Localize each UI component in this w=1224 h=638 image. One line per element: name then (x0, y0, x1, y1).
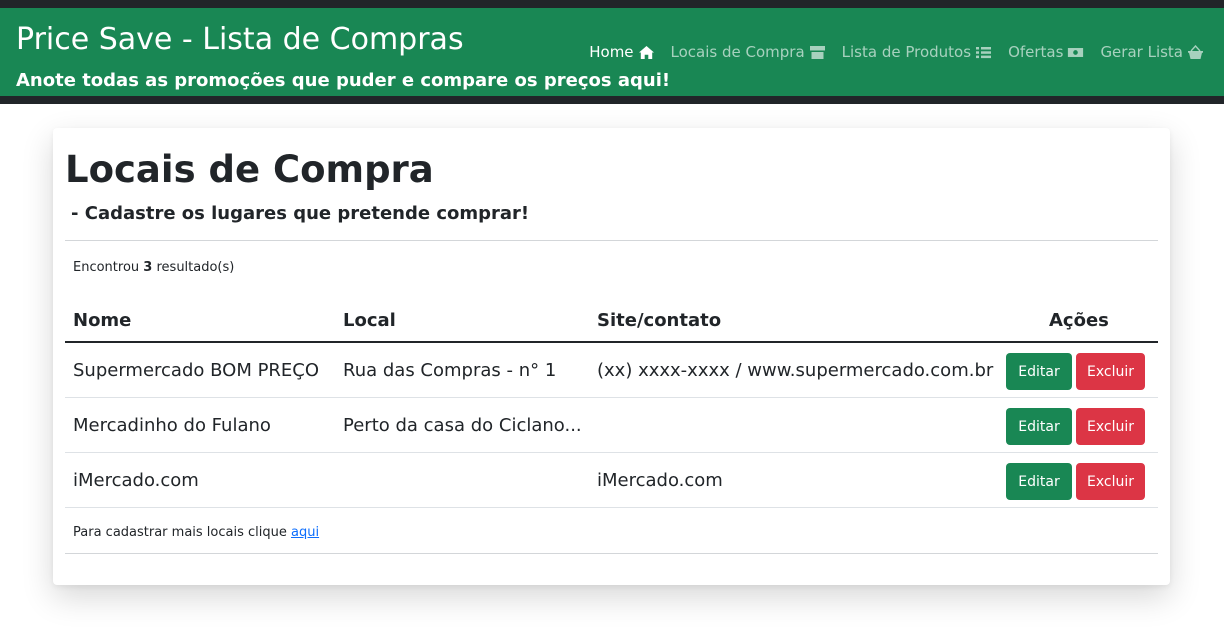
column-header-acoes: Ações (1049, 310, 1109, 331)
cell-local: Rua das Compras - n° 1 (343, 360, 557, 381)
store-icon (809, 45, 826, 60)
nav-label: Home (589, 43, 634, 61)
nav-item-locais[interactable]: Locais de Compra (671, 43, 826, 61)
main-nav: Home Locais de Compra Lista de Produtos … (589, 40, 1204, 64)
column-header-local: Local (343, 310, 396, 331)
app-subtitle: Anote todas as promoções que puder e com… (16, 70, 671, 91)
nav-item-ofertas[interactable]: Ofertas (1008, 43, 1084, 61)
cell-local: Perto da casa do Ciclano... (343, 415, 582, 436)
edit-button[interactable]: Editar (1006, 408, 1072, 445)
app-title: Price Save - Lista de Compras (16, 22, 464, 57)
basket-icon (1187, 44, 1204, 60)
table-header: Nome Local Site/contato Ações (65, 298, 1158, 343)
divider (65, 553, 1158, 554)
page-subtitle: - Cadastre os lugares que pretende compr… (71, 203, 530, 224)
table-row: Supermercado BOM PREÇO Rua das Compras -… (65, 343, 1158, 398)
home-icon (638, 45, 655, 60)
add-location-link[interactable]: aqui (291, 525, 319, 540)
column-header-site: Site/contato (597, 310, 722, 331)
page-title: Locais de Compra (65, 148, 434, 191)
table-row: Mercadinho do Fulano Perto da casa do Ci… (65, 398, 1158, 453)
nav-item-produtos[interactable]: Lista de Produtos (842, 43, 992, 61)
edit-button[interactable]: Editar (1006, 353, 1072, 390)
nav-label: Locais de Compra (670, 43, 805, 61)
nav-item-home[interactable]: Home (589, 43, 654, 61)
content-card: Locais de Compra - Cadastre os lugares q… (53, 128, 1170, 585)
delete-button[interactable]: Excluir (1076, 353, 1145, 390)
nav-label: Gerar Lista (1100, 43, 1183, 61)
result-count-number: 3 (143, 260, 153, 275)
header: Price Save - Lista de Compras Anote toda… (0, 8, 1224, 96)
cell-nome: Supermercado BOM PREÇO (73, 360, 320, 381)
footer-note: Para cadastrar mais locais clique aqui (73, 525, 319, 540)
cell-site: (xx) xxxx-xxxx / www.supermercado.com.br (597, 360, 994, 381)
delete-button[interactable]: Excluir (1076, 408, 1145, 445)
edit-button[interactable]: Editar (1006, 463, 1072, 500)
cell-nome: iMercado.com (73, 470, 199, 491)
footer-text: Para cadastrar mais locais clique (73, 525, 287, 540)
nav-label: Ofertas (1008, 43, 1064, 61)
nav-item-gerar-lista[interactable]: Gerar Lista (1100, 43, 1204, 61)
money-icon (1067, 45, 1084, 60)
cell-nome: Mercadinho do Fulano (73, 415, 271, 436)
list-icon (975, 45, 992, 60)
locations-table: Nome Local Site/contato Ações Supermerca… (65, 298, 1158, 508)
table-row: iMercado.com iMercado.com Editar Excluir (65, 453, 1158, 508)
divider (65, 240, 1158, 241)
column-header-nome: Nome (73, 310, 132, 331)
delete-button[interactable]: Excluir (1076, 463, 1145, 500)
nav-label: Lista de Produtos (841, 43, 972, 61)
result-count: Encontrou 3 resultado(s) (73, 260, 235, 275)
cell-site: iMercado.com (597, 470, 723, 491)
